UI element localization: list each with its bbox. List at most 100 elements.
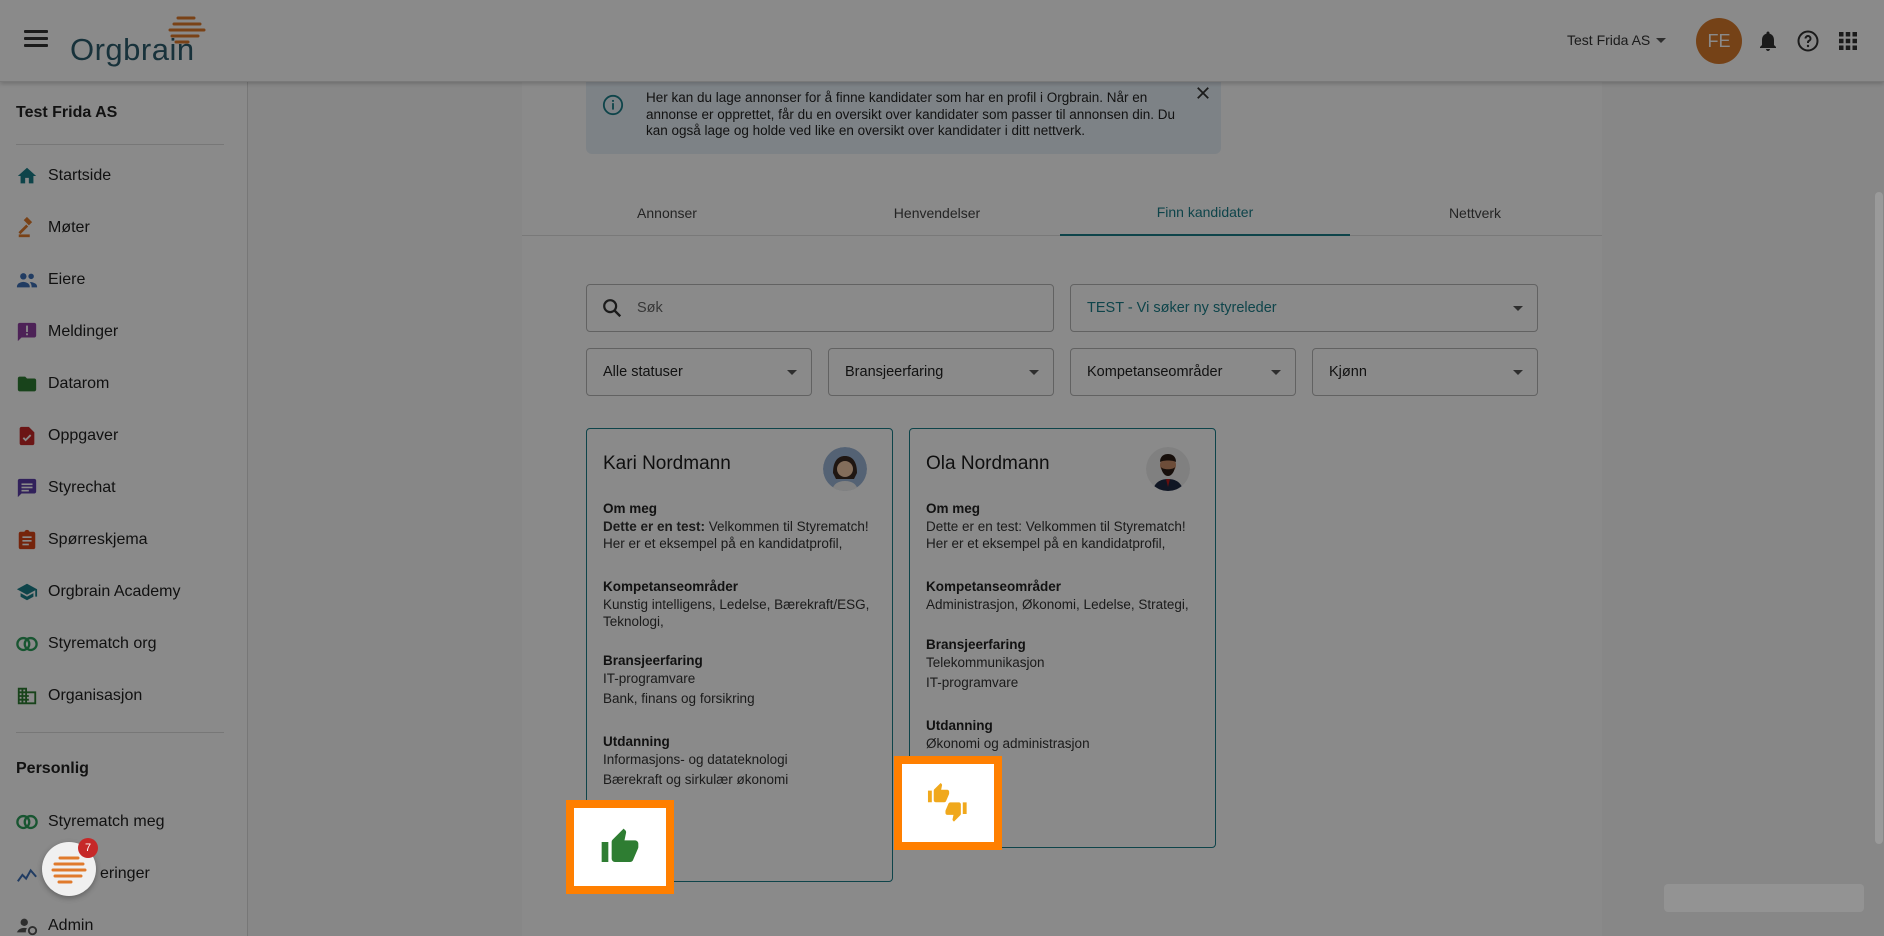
task-icon	[19, 426, 35, 446]
industry-title: Bransjeerfaring	[603, 653, 703, 668]
sidebar-item-label: Spørreskjema	[48, 531, 148, 548]
about-title: Om meg	[603, 501, 658, 516]
chevron-down-icon	[1029, 370, 1039, 375]
search-icon	[603, 299, 622, 318]
about-bold: Dette er en test:	[603, 519, 706, 534]
announcement-select[interactable]: TEST - Vi søker ny styreleder	[1070, 284, 1538, 332]
education-title: Utdanning	[926, 718, 993, 733]
industry-item: IT-programvare	[926, 675, 1019, 690]
clipboard-icon	[18, 529, 36, 550]
sidebar-item-label: Organisasjon	[48, 687, 143, 704]
company-selector-label: Test Frida AS	[1567, 32, 1651, 48]
search-input[interactable]: Søk	[586, 284, 1054, 332]
company-selector[interactable]: Test Frida AS	[1567, 32, 1667, 48]
sidebar-item-organisasjon[interactable]: Organisasjon	[16, 676, 236, 716]
industry-item: IT-programvare	[603, 671, 696, 686]
sidebar-item-label: Styrechat	[48, 479, 116, 496]
chevron-down-icon	[1271, 370, 1281, 375]
thumbs-up-button[interactable]	[574, 808, 666, 886]
bell-icon[interactable]	[1756, 29, 1780, 53]
candidate-name: Ola Nordmann	[926, 453, 1050, 474]
sidebar-item-sporreskjema[interactable]: Spørreskjema	[16, 520, 236, 560]
woman-avatar-icon	[823, 447, 867, 491]
organization-icon	[17, 687, 37, 705]
sidebar-item-styrematch-meg[interactable]: Styrematch meg	[16, 802, 236, 842]
chevron-down-icon	[787, 370, 797, 375]
sidebar-item-datarom[interactable]: Datarom	[16, 364, 236, 404]
caret-down-icon	[1656, 37, 1667, 43]
tab-henvendelser[interactable]: Henvendelser	[792, 190, 1082, 236]
thumbs-mixed-icon	[927, 782, 967, 822]
tab-finn-kandidater[interactable]: Finn kandidater	[1060, 190, 1350, 236]
industry-item: Bank, finans og forsikring	[603, 691, 755, 706]
mixed-rating-button[interactable]	[902, 764, 994, 842]
chevron-down-icon	[1513, 306, 1523, 311]
scrollbar[interactable]	[1875, 192, 1883, 844]
sidebar-item-startside[interactable]: Startside	[16, 156, 236, 196]
message-alert-icon	[17, 322, 37, 342]
highlight-frame	[566, 800, 674, 894]
chevron-down-icon	[1513, 370, 1523, 375]
apps-grid-icon[interactable]	[1836, 29, 1860, 53]
sidebar-item-label: Styrematch meg	[48, 813, 165, 830]
education-item: Informasjons- og datateknologi	[603, 752, 788, 767]
info-text: Her kan du lage annonser for å finne kan…	[646, 90, 1176, 138]
help-icon[interactable]	[1796, 29, 1820, 53]
styrematch-icon	[16, 636, 38, 652]
close-icon[interactable]	[1194, 84, 1212, 102]
sidebar-item-oppgaver[interactable]: Oppgaver	[16, 416, 236, 456]
sidebar-item-styrematch-org[interactable]: Styrematch org	[16, 624, 236, 664]
user-avatar[interactable]: FE	[1696, 18, 1742, 64]
logo-mark-icon	[168, 16, 206, 44]
about-text: Dette er en test: Velkommen til Styremat…	[603, 518, 883, 552]
admin-icon	[16, 918, 38, 936]
competence-text: Administrasjon, Økonomi, Ledelse, Strate…	[926, 597, 1189, 612]
sidebar-item-label: Styrematch org	[48, 635, 157, 652]
sidebar-company-name: Test Frida AS	[16, 104, 118, 121]
divider	[16, 144, 224, 145]
competence-text: Kunstig intelligens, Ledelse, Bærekraft/…	[603, 597, 870, 629]
sidebar-item-label: Orgbrain Academy	[48, 583, 181, 600]
sidebar-item-label: Startside	[48, 167, 112, 184]
industry-select[interactable]: Bransjeerfaring	[828, 348, 1054, 396]
top-bar: Orgbrain Test Frida AS FE	[0, 0, 1884, 82]
divider	[16, 732, 224, 733]
sidebar-item-label: Admin	[48, 917, 94, 934]
announcement-select-value: TEST - Vi søker ny styreleder	[1087, 300, 1277, 316]
sidebar-item-label: Oppgaver	[48, 427, 119, 444]
sidebar-item-label: Eiere	[48, 271, 86, 288]
personal-section-title: Personlig	[16, 760, 89, 777]
search-placeholder: Søk	[637, 300, 663, 316]
sidebar-item-styrechat[interactable]: Styrechat	[16, 468, 236, 508]
candidate-avatar	[823, 447, 867, 491]
sidebar-item-admin[interactable]: Admin	[16, 906, 236, 936]
info-banner: Her kan du lage annonser for å finne kan…	[586, 82, 1221, 154]
highlight-frame	[894, 756, 1002, 850]
gender-select-value: Kjønn	[1329, 364, 1367, 380]
competence-select[interactable]: Kompetanseområder	[1070, 348, 1296, 396]
industry-title: Bransjeerfaring	[926, 637, 1026, 652]
gender-select[interactable]: Kjønn	[1312, 348, 1538, 396]
sidebar-item-academy[interactable]: Orgbrain Academy	[16, 572, 236, 612]
info-icon	[602, 94, 624, 116]
education-item: Økonomi og administrasjon	[926, 736, 1090, 751]
about-text: Dette er en test: Velkommen til Styremat…	[926, 519, 1186, 551]
sidebar-item-eiere[interactable]: Eiere	[16, 260, 236, 300]
industry-select-value: Bransjeerfaring	[845, 364, 944, 380]
people-icon	[16, 273, 38, 288]
tab-nettverk[interactable]: Nettverk	[1330, 190, 1620, 236]
sidebar-item-meldinger[interactable]: Meldinger	[16, 312, 236, 352]
sidebar-item-label: Møter	[48, 219, 90, 236]
sidebar-item-moter[interactable]: Møter	[16, 208, 236, 248]
candidate-avatar	[1146, 447, 1190, 491]
status-select[interactable]: Alle statuser	[586, 348, 812, 396]
competence-title: Kompetanseområder	[926, 579, 1062, 594]
folder-icon	[17, 376, 37, 392]
tab-bar: Annonser Henvendelser Finn kandidater Ne…	[522, 190, 1602, 236]
tab-annonser[interactable]: Annonser	[522, 190, 812, 236]
menu-icon[interactable]	[24, 30, 48, 50]
toast-placeholder	[1664, 884, 1864, 912]
thumbs-up-icon	[601, 828, 639, 862]
competence-select-value: Kompetanseområder	[1087, 364, 1223, 380]
sidebar-item-label: eringer	[100, 865, 150, 882]
